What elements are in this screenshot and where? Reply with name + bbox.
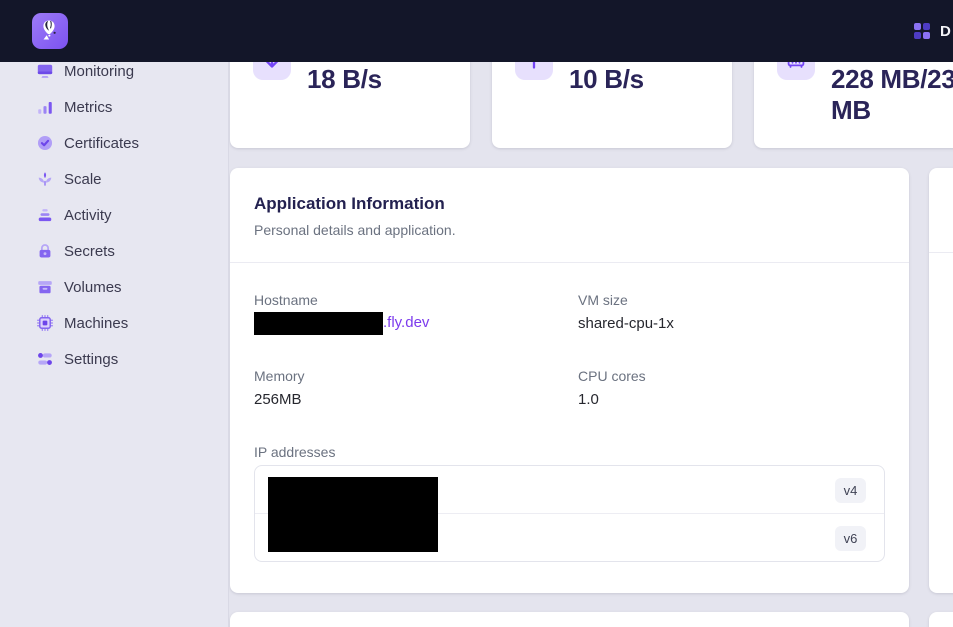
header-right-group[interactable]: D: [914, 23, 951, 40]
ip-addresses-label: IP addresses: [254, 444, 335, 460]
memory-label: Memory: [254, 368, 305, 384]
sidebar-item-secrets[interactable]: Secrets: [0, 233, 228, 269]
stat-value: 228 MB/23 MB: [831, 64, 953, 126]
hostname-link[interactable]: .fly.dev: [383, 314, 429, 331]
lock-icon: [36, 242, 54, 260]
archive-box-icon: [36, 278, 54, 296]
layers-icon: [36, 206, 54, 224]
top-bar: D: [0, 0, 953, 62]
app-grid-icon: [914, 23, 930, 39]
card-header-divider: [230, 262, 909, 263]
sidebar-item-label: Certificates: [64, 135, 139, 152]
ip-version-badge: v6: [835, 526, 866, 551]
sidebar-item-activity[interactable]: Activity: [0, 197, 228, 233]
cpu-chip-icon: [36, 314, 54, 332]
sidebar-item-settings[interactable]: Settings: [0, 341, 228, 377]
bar-chart-icon: [36, 98, 54, 116]
sidebar-item-label: Scale: [64, 171, 102, 188]
sidebar-item-label: Volumes: [64, 279, 122, 296]
hostname-label: Hostname: [254, 292, 318, 308]
card-subtitle: Personal details and application.: [254, 222, 456, 238]
header-nav-label: D: [940, 23, 951, 40]
right-column-bottom-card-partial: [929, 612, 953, 627]
sidebar: Monitoring Metrics Certificates: [0, 0, 229, 627]
sidebar-item-metrics[interactable]: Metrics: [0, 89, 228, 125]
stat-value: 18 B/s: [307, 64, 460, 95]
hostname-redacted-value: [254, 312, 383, 335]
sidebar-item-scale[interactable]: Scale: [0, 161, 228, 197]
sidebar-item-label: Settings: [64, 351, 118, 368]
cpu-cores-value: 1.0: [578, 391, 599, 408]
sidebar-item-machines[interactable]: Machines: [0, 305, 228, 341]
memory-value: 256MB: [254, 391, 302, 408]
sidebar-item-label: Activity: [64, 207, 112, 224]
next-section-card-partial: [230, 612, 909, 627]
monitor-icon: [36, 62, 54, 80]
stat-value: 10 B/s: [569, 64, 722, 95]
sidebar-item-label: Secrets: [64, 243, 115, 260]
application-information-card: Application Information Personal details…: [230, 168, 909, 593]
vm-size-value: shared-cpu-1x: [578, 315, 674, 332]
balloon-icon: [37, 18, 63, 44]
cpu-cores-label: CPU cores: [578, 368, 646, 384]
right-card-divider: [929, 252, 953, 253]
sidebar-item-certificates[interactable]: Certificates: [0, 125, 228, 161]
fly-logo[interactable]: [32, 13, 68, 49]
sidebar-item-label: Metrics: [64, 99, 112, 116]
ip-version-badge: v4: [835, 478, 866, 503]
right-column-card-partial: [929, 168, 953, 593]
sidebar-item-volumes[interactable]: Volumes: [0, 269, 228, 305]
seedling-icon: [36, 170, 54, 188]
card-title: Application Information: [254, 194, 445, 214]
vm-size-label: VM size: [578, 292, 628, 308]
sidebar-item-label: Machines: [64, 315, 128, 332]
badge-check-icon: [36, 134, 54, 152]
ip-redacted-values: [268, 477, 438, 552]
toggles-icon: [36, 350, 54, 368]
sidebar-item-label: Monitoring: [64, 63, 134, 80]
fly-dashboard-screen: D Monitoring Metrics Cert: [0, 0, 953, 627]
